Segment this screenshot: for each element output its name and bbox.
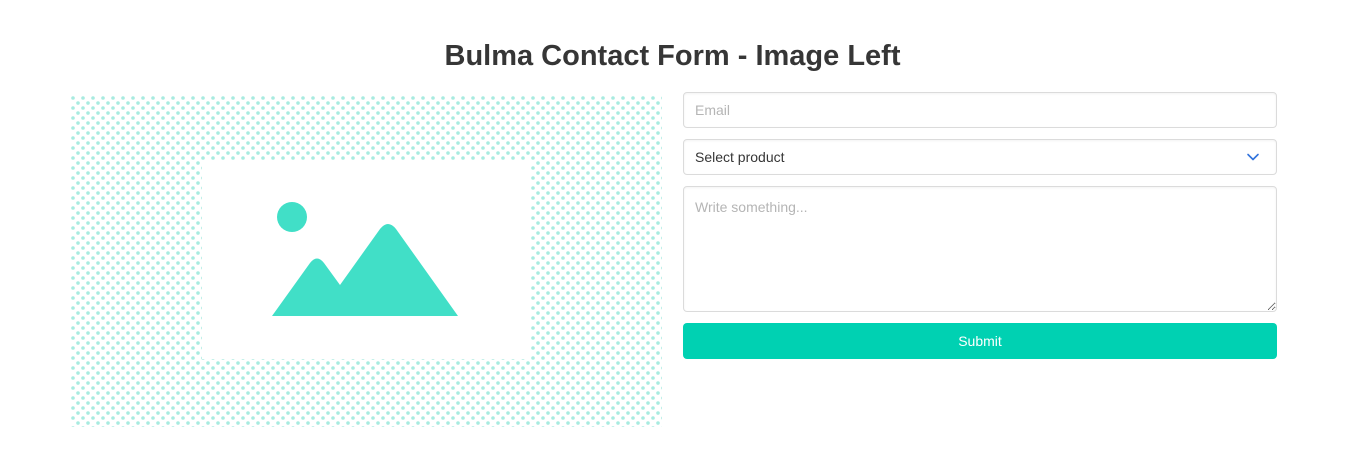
- message-field-wrapper: [683, 186, 1277, 312]
- product-select[interactable]: Select product: [683, 139, 1277, 175]
- submit-button[interactable]: Submit: [683, 323, 1277, 359]
- product-select-value: Select product: [695, 149, 785, 165]
- message-textarea[interactable]: [683, 186, 1277, 312]
- illustration: [70, 95, 662, 427]
- product-field-wrapper: Select product: [683, 139, 1277, 175]
- page: Bulma Contact Form - Image Left Select p…: [0, 0, 1371, 467]
- email-field-wrapper: [683, 92, 1277, 128]
- email-field[interactable]: [683, 92, 1277, 128]
- chevron-down-icon: [1247, 153, 1259, 161]
- contact-form: Select product Submit: [683, 92, 1277, 370]
- image-placeholder-icon: [70, 95, 662, 427]
- page-title: Bulma Contact Form - Image Left: [444, 40, 901, 72]
- submit-field-wrapper: Submit: [683, 323, 1277, 359]
- sun-icon: [277, 202, 307, 232]
